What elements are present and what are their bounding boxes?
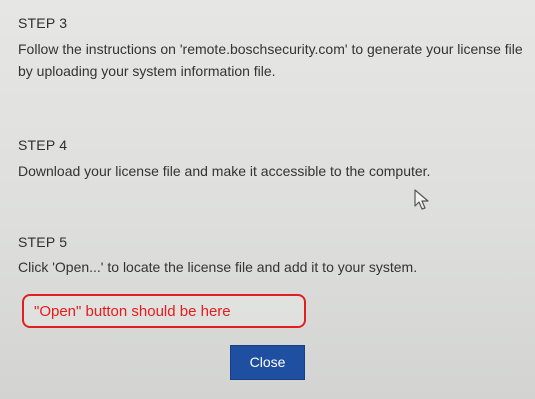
step-3: STEP 3 Follow the instructions on 'remot…	[18, 15, 523, 82]
step-4-text: Download your license file and make it a…	[18, 163, 431, 179]
license-instructions-panel: STEP 3 Follow the instructions on 'remot…	[0, 0, 535, 399]
step-5-text: Click 'Open...' to locate the license fi…	[18, 259, 418, 275]
step-5-title: STEP 5	[18, 234, 68, 250]
step-5: STEP 5 Click 'Open...' to locate the lic…	[18, 234, 523, 278]
step-3-text: Follow the instructions on 'remote.bosch…	[18, 41, 523, 79]
close-button[interactable]: Close	[230, 345, 305, 380]
mouse-pointer-icon	[414, 189, 429, 210]
missing-open-button-annotation: "Open" button should be here	[22, 294, 306, 328]
step-4-title: STEP 4	[18, 137, 68, 153]
annotation-text: "Open" button should be here	[34, 303, 231, 320]
step-3-title: STEP 3	[18, 15, 68, 31]
step-4: STEP 4 Download your license file and ma…	[18, 137, 523, 182]
